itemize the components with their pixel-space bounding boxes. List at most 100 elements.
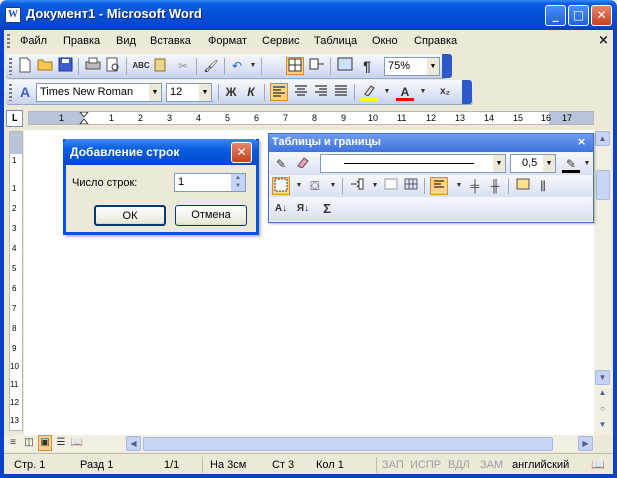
vertical-scroll-thumb[interactable] (596, 170, 610, 200)
toolbar-grip[interactable] (9, 84, 12, 101)
insert-table-icon[interactable] (348, 177, 366, 195)
outline-view-icon[interactable]: ☰ (54, 435, 68, 451)
menu-edit[interactable]: Правка (63, 35, 100, 47)
eraser-icon[interactable] (294, 155, 312, 173)
font-name-dropdown-icon[interactable]: ▼ (149, 84, 161, 101)
word-doc-icon[interactable]: W (5, 7, 21, 23)
line-weight-dropdown-icon[interactable]: ▼ (543, 155, 555, 172)
font-color-icon[interactable]: A (396, 83, 414, 101)
distribute-rows-icon[interactable]: ╪ (466, 177, 484, 195)
print-layout-view-icon[interactable]: ▣ (38, 435, 52, 451)
dialog-close-button[interactable]: ✕ (231, 142, 252, 163)
next-page-icon[interactable]: ▼ (595, 418, 610, 433)
open-folder-icon[interactable] (36, 57, 54, 75)
research-icon[interactable] (152, 57, 170, 75)
row-count-spinner[interactable]: ▲ ▼ (231, 174, 245, 191)
new-document-icon[interactable] (16, 57, 34, 75)
format-painter-icon[interactable]: 🖌 (202, 57, 220, 75)
line-weight-combo[interactable]: 0,5 ▼ (510, 154, 556, 173)
maximize-button[interactable]: □ (568, 5, 589, 26)
font-size-combo[interactable]: 12 ▼ (166, 83, 212, 102)
bold-button[interactable]: Ж (222, 83, 240, 101)
sort-ascending-icon[interactable]: A↓ (272, 200, 290, 218)
align-center-icon[interactable] (292, 83, 310, 101)
cancel-button[interactable]: Отмена (175, 205, 247, 226)
document-map-icon[interactable] (336, 57, 354, 75)
split-cells-icon[interactable] (402, 177, 420, 195)
merge-cells-icon[interactable] (382, 177, 400, 195)
align-right-icon[interactable] (312, 83, 330, 101)
print-preview-icon[interactable] (104, 57, 122, 75)
show-hide-icon[interactable]: ¶ (358, 57, 376, 75)
cut-icon[interactable]: ✂ (174, 57, 192, 75)
horizontal-ruler[interactable]: 1 1 2 3 4 5 6 7 8 9 10 11 12 13 14 15 16… (28, 111, 594, 125)
document-close-icon[interactable]: × (598, 33, 609, 48)
undo-dropdown-icon[interactable]: ▼ (244, 57, 262, 75)
justify-icon[interactable] (332, 83, 350, 101)
close-button[interactable]: ✕ (591, 5, 612, 26)
vertical-ruler[interactable]: 1 1 2 3 4 5 6 7 8 9 10 11 12 13 (9, 131, 23, 431)
toolbar-grip[interactable] (9, 58, 12, 75)
border-color-dropdown-icon[interactable]: ▼ (578, 155, 596, 173)
font-name-combo[interactable]: Times New Roman ▼ (36, 83, 162, 102)
menu-help[interactable]: Справка (414, 35, 457, 47)
highlight-icon[interactable] (360, 83, 378, 101)
autofit-icon[interactable]: ⫼ (534, 177, 552, 195)
tables-borders-close-icon[interactable]: × (577, 135, 586, 148)
menu-format[interactable]: Формат (208, 35, 247, 47)
print-icon[interactable] (84, 57, 102, 75)
font-color-dropdown-icon[interactable]: ▼ (414, 83, 432, 101)
menu-view[interactable]: Вид (116, 35, 136, 47)
shading-color-icon[interactable]: ⛋ (306, 177, 324, 195)
autosum-icon[interactable]: Σ (318, 200, 336, 218)
menu-file[interactable]: Файл (20, 35, 47, 47)
scroll-up-icon[interactable]: ▲ (595, 131, 610, 146)
normal-view-icon[interactable]: ≡ (6, 435, 20, 451)
toolbar-options-icon[interactable] (442, 54, 452, 78)
select-browse-object-icon[interactable]: ○ (595, 402, 610, 417)
minimize-button[interactable]: _ (545, 5, 566, 26)
sort-descending-icon[interactable]: Я↓ (294, 200, 312, 218)
line-style-dropdown-icon[interactable]: ▼ (493, 155, 505, 172)
reading-view-icon[interactable]: 📖 (70, 435, 84, 451)
first-line-indent-marker[interactable] (79, 112, 89, 124)
zoom-combo[interactable]: 75% ▼ (384, 57, 440, 76)
zoom-dropdown-icon[interactable]: ▼ (427, 58, 439, 75)
table-autoformat-icon[interactable] (514, 177, 532, 195)
italic-button[interactable]: К (242, 83, 260, 101)
menu-tools[interactable]: Сервис (262, 35, 300, 47)
spelling-icon[interactable]: ABC (132, 57, 150, 75)
align-top-left-icon[interactable] (430, 177, 448, 195)
menu-table[interactable]: Таблица (314, 35, 357, 47)
previous-page-icon[interactable]: ▲ (595, 386, 610, 401)
align-left-icon[interactable] (270, 83, 288, 101)
outside-border-icon[interactable] (272, 177, 290, 195)
tables-borders-icon[interactable] (286, 57, 304, 75)
save-icon[interactable] (56, 57, 74, 75)
highlight-dropdown-icon[interactable]: ▼ (378, 83, 396, 101)
scroll-down-icon[interactable]: ▼ (595, 370, 610, 385)
web-layout-view-icon[interactable]: ◫ (22, 435, 36, 451)
subscript-button[interactable]: x₂ (436, 83, 454, 101)
draw-table-icon[interactable]: ✎ (272, 155, 290, 173)
styles-icon[interactable]: A (16, 83, 34, 101)
horizontal-scroll-thumb[interactable] (143, 437, 553, 451)
ok-button[interactable]: ОК (94, 205, 166, 226)
line-style-combo[interactable]: ▼ (320, 154, 506, 173)
scroll-right-icon[interactable]: ▶ (578, 436, 593, 451)
scroll-left-icon[interactable]: ◀ (126, 436, 141, 451)
status-extend[interactable]: ВДЛ (448, 459, 470, 471)
status-track-changes[interactable]: ИСПР (410, 459, 441, 471)
status-record[interactable]: ЗАП (382, 459, 404, 471)
tab-selector[interactable]: L (6, 110, 23, 127)
spelling-status-icon[interactable]: 📖 (590, 456, 606, 472)
menubar-grip[interactable] (7, 34, 10, 49)
shading-dropdown-icon[interactable]: ▼ (324, 177, 342, 195)
status-overtype[interactable]: ЗАМ (480, 459, 503, 471)
distribute-columns-icon[interactable]: ╫ (486, 177, 504, 195)
menu-insert[interactable]: Вставка (150, 35, 191, 47)
toolbar-options-icon[interactable] (462, 80, 472, 104)
insert-table-icon[interactable] (308, 57, 326, 75)
font-size-dropdown-icon[interactable]: ▼ (199, 84, 211, 101)
menu-window[interactable]: Окно (372, 35, 398, 47)
